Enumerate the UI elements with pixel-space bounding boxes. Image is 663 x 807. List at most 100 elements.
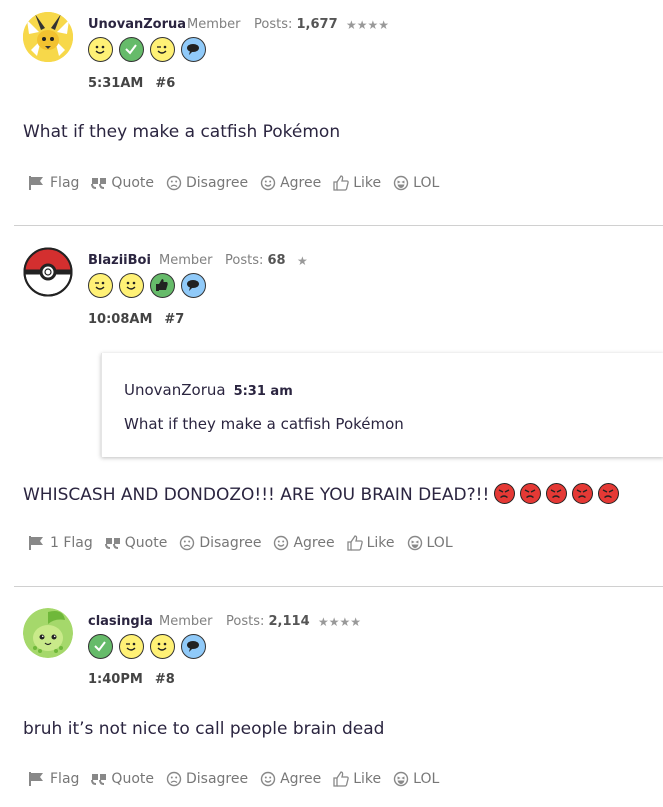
- reaction-badges: [88, 634, 206, 659]
- flag-button[interactable]: 1 Flag: [28, 535, 93, 551]
- pokeball-avatar: [23, 247, 73, 297]
- like-icon: [333, 175, 350, 191]
- post-count: Posts: 68: [225, 253, 286, 268]
- flag-label: Flag: [50, 175, 80, 191]
- post-time[interactable]: 5:31AM: [88, 76, 143, 91]
- flag-label: 1 Flag: [50, 535, 93, 551]
- agree-label: Agree: [280, 771, 322, 787]
- disagree-icon: [166, 175, 182, 191]
- post-number[interactable]: #8: [155, 672, 175, 687]
- agree-icon: [274, 535, 289, 551]
- lol-label: LOL: [413, 771, 440, 787]
- thumbs-up-badge-icon: [150, 273, 175, 298]
- quote-author[interactable]: UnovanZorua: [124, 381, 226, 399]
- post-body-text: WHISCASH AND DONDOZO!!! ARE YOU BRAIN DE…: [23, 485, 490, 505]
- lol-icon: [393, 771, 409, 787]
- quote-label: Quote: [111, 175, 154, 191]
- quote-button[interactable]: Quote: [91, 175, 154, 191]
- post-divider: [14, 225, 663, 226]
- lol-icon: [393, 175, 409, 191]
- post-actions: 1 Flag Quote Disagree Agree Like LOL: [28, 535, 453, 551]
- disagree-button[interactable]: Disagree: [179, 535, 261, 551]
- agree-icon: [260, 771, 276, 787]
- lol-label: LOL: [413, 175, 440, 191]
- user-role: Member: [159, 614, 213, 629]
- rank-stars: ★: [297, 254, 308, 268]
- avatar[interactable]: [23, 608, 73, 658]
- quote-icon: [91, 178, 107, 189]
- agree-label: Agree: [280, 175, 322, 191]
- disagree-label: Disagree: [185, 175, 249, 191]
- post-body: WHISCASH AND DONDOZO!!! ARE YOU BRAIN DE…: [23, 483, 620, 505]
- smiley-badge-icon: [119, 273, 144, 298]
- user-role: Member: [187, 17, 241, 32]
- speech-badge-icon: [181, 634, 206, 659]
- like-icon: [346, 535, 363, 551]
- like-label: Like: [353, 175, 382, 191]
- angry-emoji-icon: [598, 483, 620, 504]
- post-body: What if they make a catfish Pokémon: [23, 122, 341, 142]
- angry-emoji-icon: [572, 483, 594, 504]
- disagree-label: Disagree: [199, 535, 262, 551]
- smiley-badge-icon: [150, 634, 175, 659]
- quote-icon: [104, 538, 120, 549]
- username[interactable]: BlaziiBoi: [88, 253, 151, 268]
- user-role: Member: [159, 253, 213, 268]
- username[interactable]: UnovanZorua: [88, 17, 186, 32]
- flag-icon: [29, 176, 43, 190]
- like-icon: [333, 771, 350, 787]
- flag-button[interactable]: Flag: [28, 771, 79, 787]
- disagree-button[interactable]: Disagree: [166, 771, 248, 787]
- avatar[interactable]: [23, 12, 73, 62]
- post-count: Posts: 2,114: [226, 614, 310, 629]
- post-count: Posts: 1,677: [254, 17, 338, 32]
- post-number[interactable]: #6: [155, 76, 175, 91]
- quote-time: 5:31 am: [233, 384, 293, 399]
- like-label: Like: [353, 771, 382, 787]
- flag-button[interactable]: Flag: [28, 175, 79, 191]
- wink-badge-icon: [88, 273, 113, 298]
- disagree-icon: [180, 535, 195, 551]
- post-actions: Flag Quote Disagree Agree Like LOL: [28, 771, 439, 787]
- like-button[interactable]: Like: [333, 175, 381, 191]
- quote-header: UnovanZorua 5:31 am: [124, 381, 293, 399]
- lol-button[interactable]: LOL: [393, 175, 439, 191]
- reaction-badges: [88, 37, 206, 62]
- check-badge-icon: [119, 37, 144, 62]
- agree-icon: [260, 175, 276, 191]
- jolteon-avatar: [23, 12, 73, 62]
- angry-emoji-icon: [546, 483, 568, 504]
- agree-button[interactable]: Agree: [260, 175, 321, 191]
- quote-label: Quote: [124, 535, 168, 551]
- disagree-button[interactable]: Disagree: [166, 175, 248, 191]
- quote-button[interactable]: Quote: [104, 535, 168, 551]
- rank-stars: ★★★★: [318, 615, 362, 629]
- agree-button[interactable]: Agree: [260, 771, 321, 787]
- quote-label: Quote: [111, 771, 154, 787]
- post-time[interactable]: 10:08AM: [88, 312, 152, 327]
- username[interactable]: clasingla: [88, 614, 153, 629]
- quote-button[interactable]: Quote: [91, 771, 154, 787]
- smiley-badge-icon: [88, 37, 113, 62]
- speech-badge-icon: [181, 273, 206, 298]
- post-time[interactable]: 1:40PM: [88, 672, 143, 687]
- flag-icon: [29, 772, 43, 786]
- agree-button[interactable]: Agree: [273, 535, 335, 551]
- post-number[interactable]: #7: [164, 312, 184, 327]
- lol-button[interactable]: LOL: [393, 771, 439, 787]
- like-button[interactable]: Like: [333, 771, 381, 787]
- chikorita-avatar: [23, 608, 73, 658]
- like-button[interactable]: Like: [346, 535, 395, 551]
- angry-emoji-icon: [520, 483, 542, 504]
- post-divider: [14, 586, 663, 587]
- post-meta: 1:40PM #8: [88, 672, 175, 687]
- post-body: bruh it’s not nice to call people brain …: [23, 719, 385, 739]
- wink-badge-icon: [119, 634, 144, 659]
- quote-icon: [91, 774, 107, 785]
- lol-button[interactable]: LOL: [407, 535, 453, 551]
- angry-emoji-icon: [494, 483, 516, 504]
- avatar[interactable]: [23, 247, 73, 297]
- reaction-badges: [88, 273, 206, 298]
- post-meta: 10:08AM #7: [88, 312, 184, 327]
- quoted-post[interactable]: UnovanZorua 5:31 am What if they make a c…: [101, 353, 663, 457]
